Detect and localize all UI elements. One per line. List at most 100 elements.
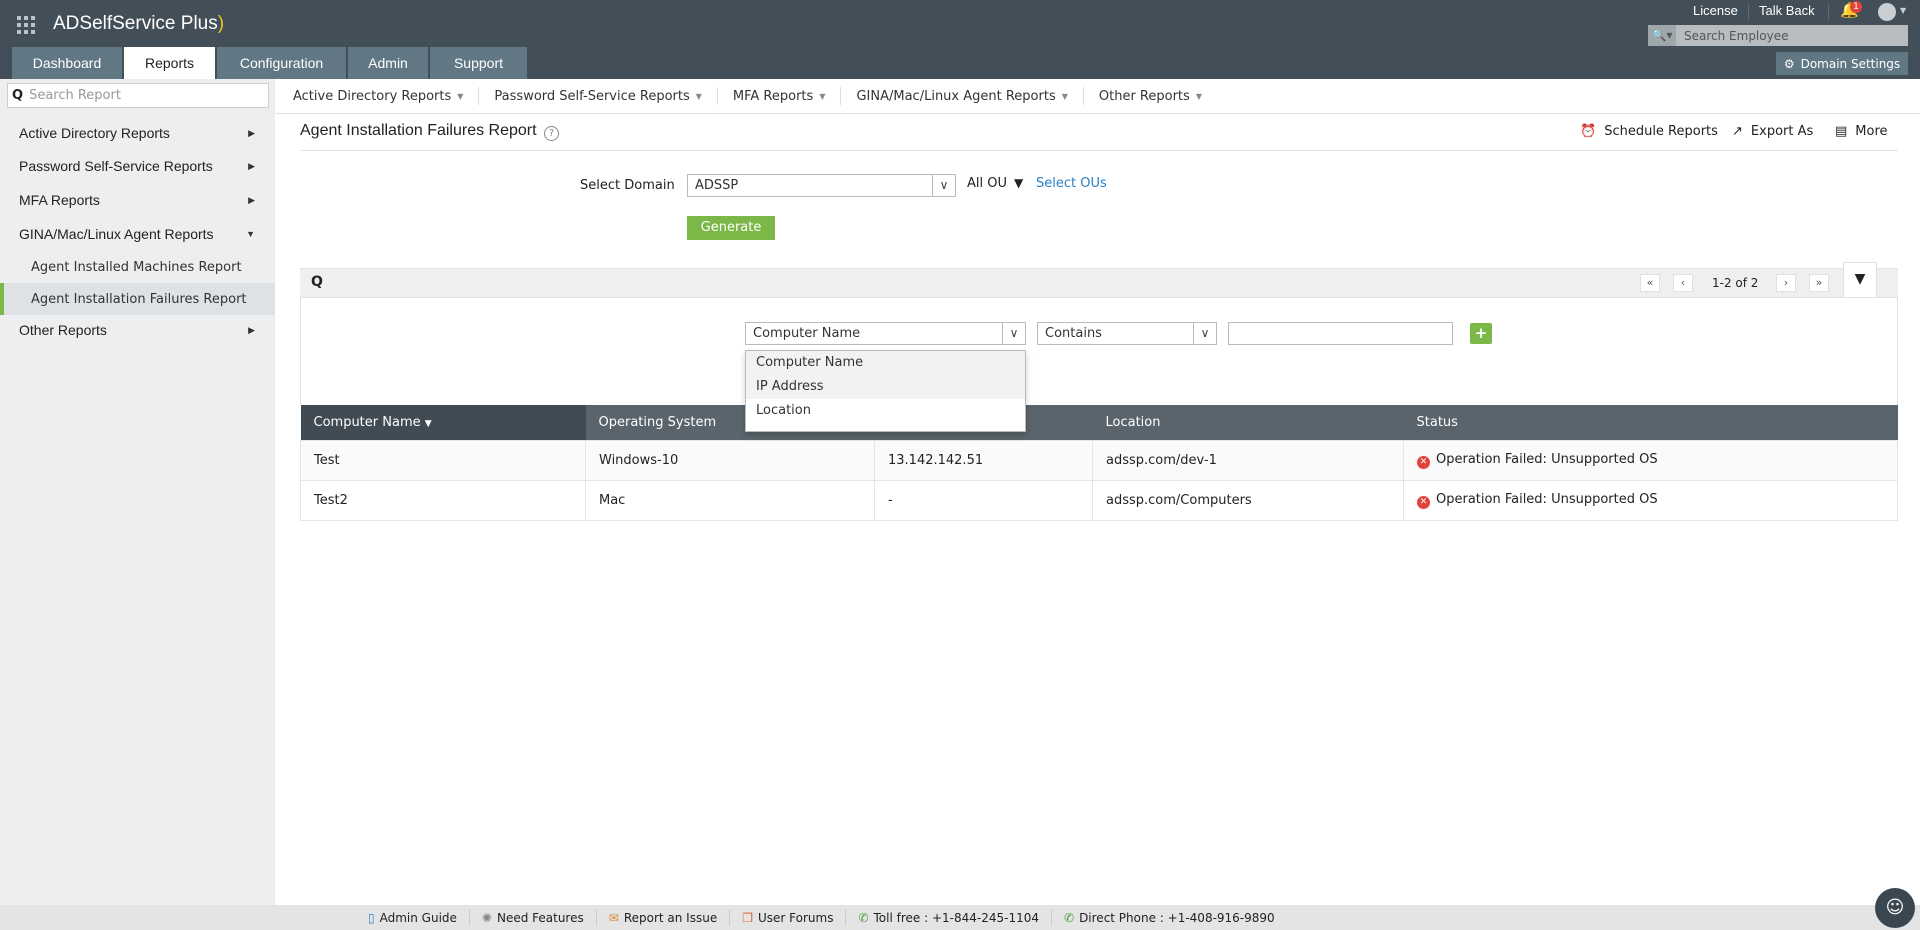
- sidebar-item-agent-installation-failures[interactable]: Agent Installation Failures Report: [0, 283, 275, 315]
- chat-assistant-icon[interactable]: ☺: [1875, 888, 1915, 928]
- chevron-down-icon: ∨: [1193, 323, 1216, 344]
- cell-ip-address: -: [874, 479, 1093, 521]
- table-row: Test2 Mac - adssp.com/Computers ✕ Operati…: [300, 479, 1898, 521]
- filter-toggle-button[interactable]: ▼: [1843, 262, 1877, 297]
- select-ous-link[interactable]: Select OUs: [1036, 176, 1107, 191]
- admin-guide-link[interactable]: ▯ Admin Guide: [356, 909, 470, 926]
- sidebar-item-active-directory-reports[interactable]: Active Directory Reports ▶: [0, 117, 275, 149]
- domain-settings-button[interactable]: ⚙ Domain Settings: [1776, 52, 1908, 75]
- phone-icon: ✆: [858, 910, 869, 925]
- report-table: Computer Name ▼ Operating System IP Addr…: [300, 405, 1898, 521]
- search-icon[interactable]: 🔍▾: [1648, 25, 1676, 46]
- direct-phone: ✆ Direct Phone : +1-408-916-9890: [1052, 910, 1287, 926]
- subnav-password-self-service[interactable]: Password Self-Service Reports ▼: [494, 87, 718, 105]
- app-logo: ADSelfService Plus): [53, 13, 225, 34]
- need-features-link[interactable]: ✺ Need Features: [470, 909, 597, 926]
- footer: ▯ Admin Guide ✺ Need Features ✉ Report an I…: [0, 905, 1920, 930]
- more-icon: ▤: [1835, 124, 1848, 139]
- more-button[interactable]: ▤ More: [1835, 124, 1888, 139]
- dropdown-option[interactable]: Location: [746, 399, 1025, 423]
- tab-reports[interactable]: Reports: [124, 47, 215, 79]
- prev-page-button[interactable]: ‹: [1673, 274, 1693, 292]
- caret-down-icon: ▼: [1061, 91, 1068, 101]
- subnav-label: GINA/Mac/Linux Agent Reports: [856, 88, 1056, 104]
- user-forums-link[interactable]: ❐ User Forums: [730, 909, 847, 926]
- first-page-button[interactable]: «: [1640, 274, 1660, 292]
- last-page-button[interactable]: »: [1809, 274, 1829, 292]
- gear-icon: ⚙: [1783, 56, 1795, 71]
- generate-button[interactable]: Generate: [687, 216, 775, 240]
- app-launcher-icon[interactable]: [17, 16, 35, 34]
- ticket-icon: ✉: [608, 910, 619, 925]
- sidebar-item-mfa-reports[interactable]: MFA Reports ▶: [0, 184, 275, 216]
- cell-status: ✕ Operation Failed: Unsupported OS: [1403, 479, 1898, 521]
- cell-location: adssp.com/Computers: [1092, 479, 1404, 521]
- lightbulb-icon: ✺: [481, 910, 492, 925]
- document-icon: ▯: [368, 910, 375, 925]
- employee-search-input[interactable]: Search Employee: [1676, 29, 1788, 43]
- chevron-down-icon[interactable]: ▼: [1900, 6, 1906, 15]
- filter-icon: ▼: [1854, 271, 1866, 287]
- sidebar-item-agent-installed-machines[interactable]: Agent Installed Machines Report: [0, 251, 275, 283]
- report-category-nav: Active Directory Reports ▼ Password Self-…: [275, 79, 1920, 114]
- footer-label: User Forums: [757, 910, 834, 925]
- dropdown-option[interactable]: IP Address: [746, 375, 1025, 399]
- domain-value: ADSSP: [695, 178, 739, 193]
- filter-operator-select[interactable]: Contains ∨: [1037, 322, 1217, 345]
- next-page-button[interactable]: ›: [1776, 274, 1796, 292]
- user-avatar-icon[interactable]: [1878, 3, 1896, 21]
- sidebar-item-other-reports[interactable]: Other Reports ▶: [0, 314, 275, 346]
- footer-label: Direct Phone : +1-408-916-9890: [1079, 910, 1275, 925]
- more-label: More: [1855, 124, 1888, 139]
- column-header-computer-name[interactable]: Computer Name ▼: [300, 405, 586, 440]
- sidebar-item-label: Other Reports: [19, 322, 107, 338]
- sidebar-item-password-self-service-reports[interactable]: Password Self-Service Reports ▶: [0, 150, 275, 182]
- caret-right-icon: ▶: [248, 324, 255, 335]
- app-title: ADSelfService Plus: [53, 13, 218, 34]
- filter-field-select[interactable]: Computer Name ∨: [745, 322, 1026, 345]
- export-as-button[interactable]: ↗ Export As: [1732, 124, 1813, 139]
- report-issue-link[interactable]: ✉ Report an Issue: [597, 909, 731, 926]
- employee-search[interactable]: 🔍▾ Search Employee: [1648, 25, 1908, 46]
- license-link[interactable]: License: [1693, 3, 1738, 18]
- tab-dashboard[interactable]: Dashboard: [12, 47, 122, 79]
- tab-admin[interactable]: Admin: [348, 47, 428, 79]
- subnav-label: MFA Reports: [732, 88, 814, 104]
- column-header-location[interactable]: Location: [1092, 405, 1404, 440]
- tab-support[interactable]: Support: [430, 47, 527, 79]
- domain-settings-label: Domain Settings: [1800, 56, 1901, 71]
- subnav-other[interactable]: Other Reports ▼: [1099, 87, 1217, 105]
- sidebar-item-label: GINA/Mac/Linux Agent Reports: [19, 226, 214, 242]
- schedule-reports-button[interactable]: ⏰ Schedule Reports: [1580, 124, 1718, 139]
- caret-right-icon: ▶: [248, 194, 255, 205]
- sidebar-item-label: Password Self-Service Reports: [19, 158, 213, 174]
- sidebar-item-label: MFA Reports: [19, 192, 100, 208]
- column-header-status[interactable]: Status: [1403, 405, 1898, 440]
- sidebar-item-label: Active Directory Reports: [19, 125, 170, 141]
- subnav-label: Password Self-Service Reports: [494, 88, 690, 104]
- subnav-active-directory[interactable]: Active Directory Reports ▼: [293, 87, 480, 105]
- page-title: Agent Installation Failures Report: [300, 122, 537, 139]
- dropdown-option[interactable]: Computer Name: [746, 351, 1025, 375]
- talk-back-link[interactable]: Talk Back: [1759, 3, 1815, 18]
- cell-ip-address: 13.142.142.51: [874, 439, 1093, 481]
- domain-select[interactable]: ADSSP ∨: [687, 174, 956, 197]
- cell-computer-name: Test: [300, 439, 586, 481]
- cell-location: adssp.com/dev-1: [1092, 439, 1404, 481]
- tab-configuration[interactable]: Configuration: [217, 47, 346, 79]
- sidebar-item-agent-reports[interactable]: GINA/Mac/Linux Agent Reports ▼: [0, 218, 275, 250]
- help-icon[interactable]: ?: [544, 126, 559, 141]
- subnav-agent[interactable]: GINA/Mac/Linux Agent Reports ▼: [856, 87, 1084, 105]
- footer-label: Toll free : +1-844-245-1104: [873, 910, 1039, 925]
- filter-value-input[interactable]: [1228, 322, 1453, 345]
- search-icon[interactable]: Q: [311, 274, 323, 290]
- chevron-down-icon: ∨: [1002, 323, 1025, 344]
- cell-operating-system: Windows-10: [585, 439, 875, 481]
- cell-status: ✕ Operation Failed: Unsupported OS: [1403, 439, 1898, 481]
- all-ou-label: All OU: [967, 176, 1007, 191]
- subnav-mfa[interactable]: MFA Reports ▼: [733, 87, 842, 105]
- caret-down-icon: ▼: [695, 91, 702, 101]
- footer-label: Need Features: [496, 910, 584, 925]
- add-filter-button[interactable]: +: [1470, 323, 1492, 344]
- report-search-input[interactable]: Q Search Report: [7, 83, 269, 108]
